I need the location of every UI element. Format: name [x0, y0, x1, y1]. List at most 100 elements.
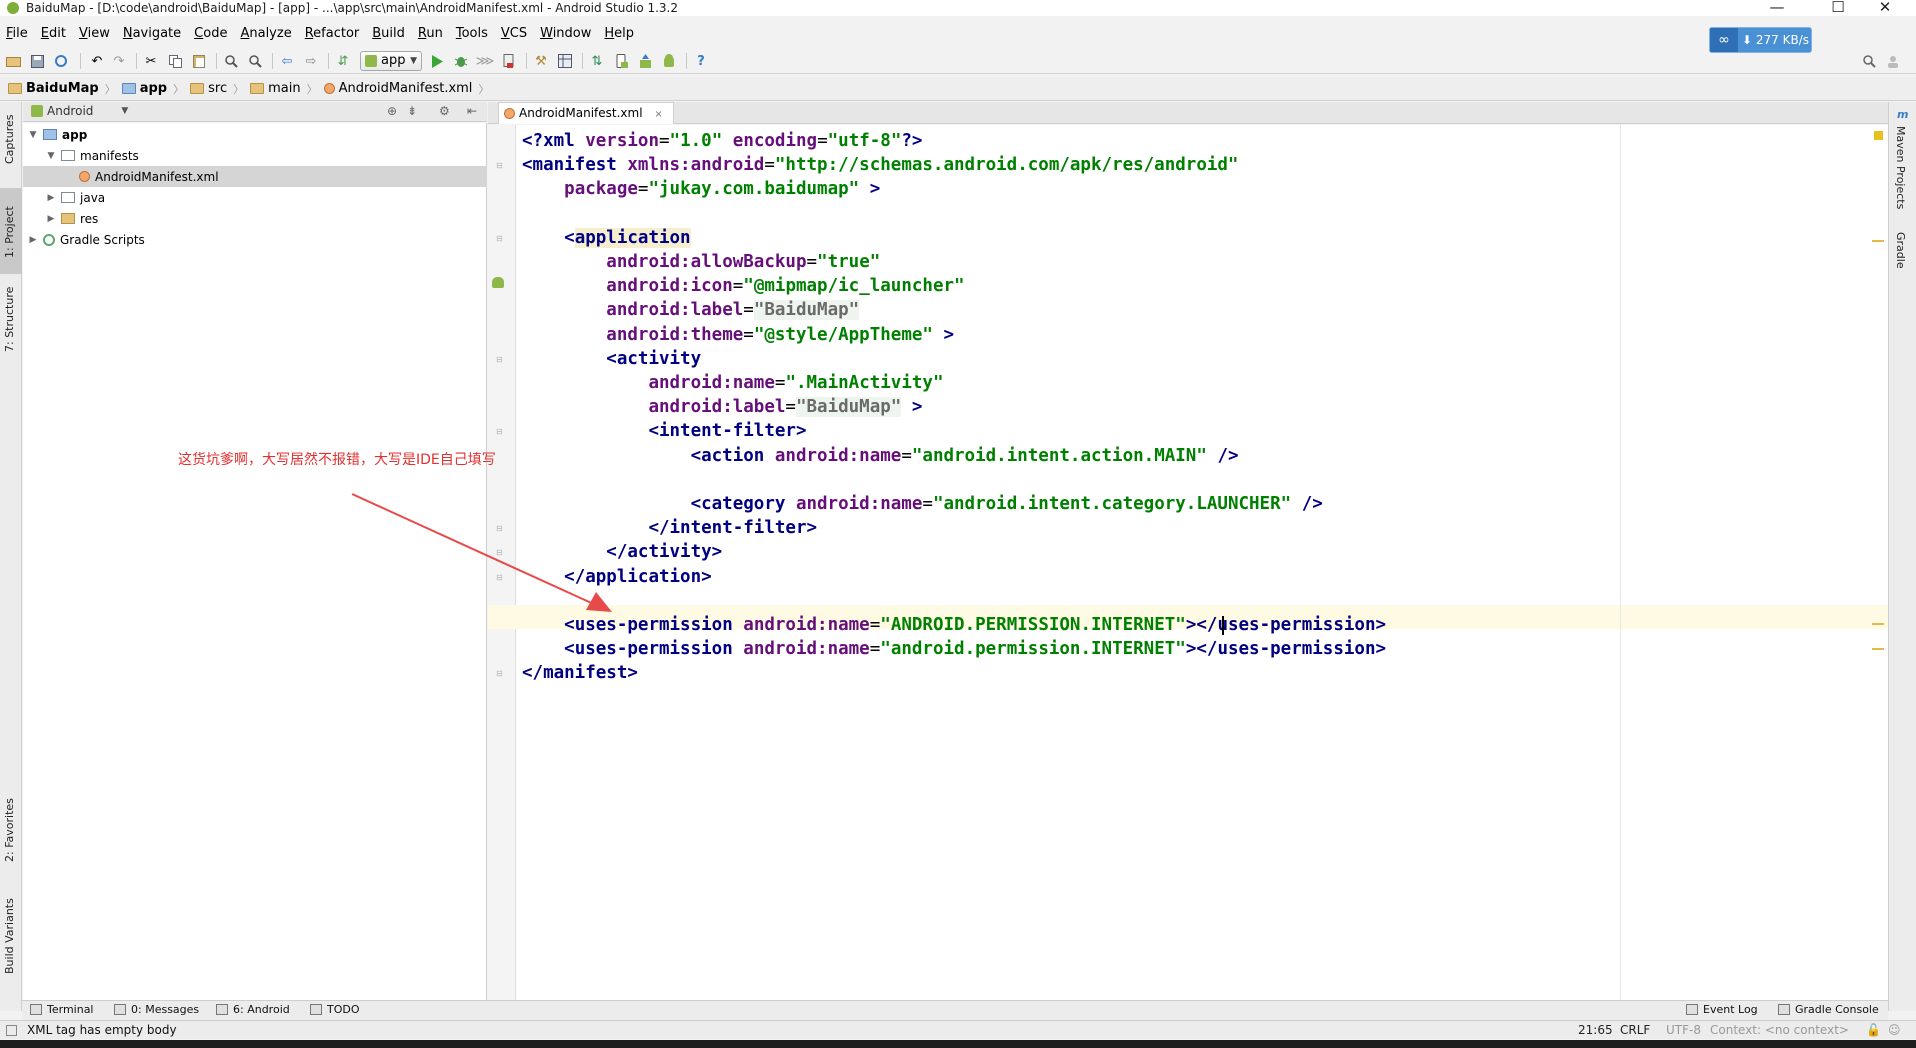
- tab-gradle-console[interactable]: Gradle Console: [1778, 1003, 1879, 1016]
- caret-position[interactable]: 21:65: [1578, 1023, 1613, 1037]
- breadcrumb-item[interactable]: app 〉: [121, 81, 184, 97]
- gear-icon[interactable]: ⚙: [439, 104, 450, 118]
- run-icon[interactable]: [428, 52, 446, 70]
- project-view-select[interactable]: Android ▼: [31, 104, 128, 118]
- cut-icon[interactable]: ✂: [142, 52, 160, 70]
- tree-item[interactable]: AndroidManifest.xml: [23, 166, 487, 187]
- menu-window[interactable]: Window: [540, 26, 591, 41]
- menu-view[interactable]: View: [79, 26, 110, 41]
- menu-analyze[interactable]: Analyze: [240, 26, 291, 41]
- avd-manager-icon[interactable]: [612, 52, 630, 70]
- maximize-button[interactable]: ☐: [1815, 0, 1861, 17]
- tab-gradle[interactable]: Gradle: [1893, 232, 1913, 292]
- save-icon[interactable]: [28, 52, 46, 70]
- stop-icon[interactable]: [500, 52, 518, 70]
- menu-refactor[interactable]: Refactor: [305, 26, 360, 41]
- lock-icon[interactable]: 🔓: [1866, 1023, 1881, 1037]
- scroll-from-source-icon[interactable]: ⊕: [387, 104, 397, 118]
- menu-tools[interactable]: Tools: [456, 26, 488, 41]
- editor-gutter[interactable]: [488, 125, 516, 1011]
- menu-build[interactable]: Build: [372, 26, 405, 41]
- undo-icon[interactable]: ↶: [88, 52, 106, 70]
- tree-item[interactable]: ▼ app: [23, 124, 487, 145]
- menu-code[interactable]: Code: [194, 26, 227, 41]
- chevron-down-icon[interactable]: ▼: [27, 130, 39, 140]
- menu-navigate[interactable]: Navigate: [123, 26, 181, 41]
- tree-item[interactable]: ▶ java: [23, 187, 487, 208]
- line-separator[interactable]: CRLF: [1620, 1023, 1650, 1037]
- tab-captures[interactable]: Captures: [0, 110, 22, 184]
- tab-project[interactable]: 1: Project: [0, 188, 22, 274]
- run-configuration-select[interactable]: app ▼: [360, 51, 422, 71]
- redo-icon[interactable]: ↷: [110, 52, 128, 70]
- fold-marker-icon[interactable]: ⊟: [496, 573, 503, 582]
- tab-build-variants[interactable]: Build Variants: [0, 890, 22, 986]
- sdk-download-icon[interactable]: [636, 52, 654, 70]
- chevron-down-icon[interactable]: ▼: [45, 151, 57, 161]
- hide-panel-icon[interactable]: ⇤: [467, 104, 477, 118]
- error-stripe-mark[interactable]: [1872, 240, 1884, 242]
- menu-file[interactable]: File: [6, 26, 28, 41]
- error-stripe-mark[interactable]: [1872, 648, 1884, 650]
- help-icon[interactable]: ?: [692, 52, 710, 70]
- sync-icon[interactable]: [52, 52, 70, 70]
- fold-marker-icon[interactable]: ⊟: [496, 234, 503, 243]
- tab-0-messages[interactable]: 0: Messages: [114, 1003, 199, 1016]
- paste-icon[interactable]: [190, 52, 208, 70]
- tab-terminal[interactable]: Terminal: [30, 1003, 94, 1016]
- tab-todo[interactable]: TODO: [310, 1003, 360, 1016]
- chevron-right-icon[interactable]: ▶: [45, 193, 57, 203]
- breadcrumb-item[interactable]: BaiduMap 〉: [8, 81, 116, 97]
- fold-marker-icon[interactable]: ⊟: [496, 427, 503, 436]
- tab-event-log[interactable]: Event Log: [1686, 1003, 1758, 1016]
- file-encoding[interactable]: UTF-8: [1666, 1023, 1701, 1037]
- fold-marker-icon[interactable]: ⊟: [496, 161, 503, 170]
- chevron-right-icon[interactable]: ▶: [27, 235, 39, 245]
- tab-androidmanifest[interactable]: AndroidManifest.xml ×: [498, 102, 674, 124]
- close-tab-icon[interactable]: ×: [654, 109, 662, 120]
- menu-vcs[interactable]: VCS: [501, 26, 527, 41]
- tab-structure[interactable]: 7: Structure: [0, 276, 22, 362]
- menu-help[interactable]: Help: [604, 26, 634, 41]
- breadcrumb-item[interactable]: src 〉: [190, 81, 244, 97]
- breadcrumb-item[interactable]: main 〉: [250, 81, 318, 97]
- inspector-icon[interactable]: ☺: [1888, 1023, 1901, 1037]
- collapse-all-icon[interactable]: ⇟: [407, 104, 417, 118]
- project-structure-icon[interactable]: ⚒: [532, 52, 550, 70]
- tree-item[interactable]: ▶ Gradle Scripts: [23, 229, 487, 250]
- close-button[interactable]: ✕: [1862, 0, 1908, 17]
- fold-marker-icon[interactable]: ⊟: [496, 355, 503, 364]
- fold-marker-icon[interactable]: ⊟: [496, 669, 503, 678]
- forward-icon[interactable]: ⇨: [302, 52, 320, 70]
- copy-icon[interactable]: [166, 52, 184, 70]
- warning-indicator-icon[interactable]: [1874, 131, 1883, 140]
- user-icon[interactable]: [1884, 52, 1902, 70]
- tab-6-android[interactable]: 6: Android: [216, 1003, 290, 1016]
- gradle-sync-icon[interactable]: ⇅: [588, 52, 606, 70]
- search-everywhere-icon[interactable]: [1860, 52, 1878, 70]
- open-folder-icon[interactable]: [4, 52, 22, 70]
- back-icon[interactable]: ⇦: [278, 52, 296, 70]
- make-project-icon[interactable]: ⇵: [334, 52, 352, 70]
- code-editor[interactable]: <?xml version="1.0" encoding="utf-8"?> <m…: [488, 125, 1888, 1011]
- android-device-monitor-icon[interactable]: [660, 52, 678, 70]
- fold-marker-icon[interactable]: ⊟: [496, 524, 503, 533]
- tree-item[interactable]: ▼ manifests: [23, 145, 487, 166]
- replace-icon[interactable]: [246, 52, 264, 70]
- launcher-icon-preview[interactable]: [492, 277, 504, 288]
- context-indicator[interactable]: Context: <no context>: [1710, 1023, 1849, 1037]
- minimize-button[interactable]: —: [1754, 0, 1800, 17]
- sdk-manager-icon[interactable]: [556, 52, 574, 70]
- chevron-right-icon[interactable]: ▶: [45, 214, 57, 224]
- attach-debugger-icon[interactable]: ⋙: [476, 52, 495, 70]
- menu-run[interactable]: Run: [418, 26, 443, 41]
- fold-marker-icon[interactable]: ⊟: [496, 548, 503, 557]
- tab-favorites[interactable]: 2: Favorites: [0, 792, 22, 872]
- find-icon[interactable]: [222, 52, 240, 70]
- tab-maven-projects[interactable]: Maven Projects: [1893, 126, 1913, 216]
- tree-item[interactable]: ▶ res: [23, 208, 487, 229]
- menu-edit[interactable]: Edit: [41, 26, 66, 41]
- breadcrumb-item[interactable]: AndroidManifest.xml 〉: [323, 81, 489, 97]
- error-stripe-mark[interactable]: [1872, 623, 1884, 625]
- toggle-tool-windows-icon[interactable]: [6, 1025, 17, 1036]
